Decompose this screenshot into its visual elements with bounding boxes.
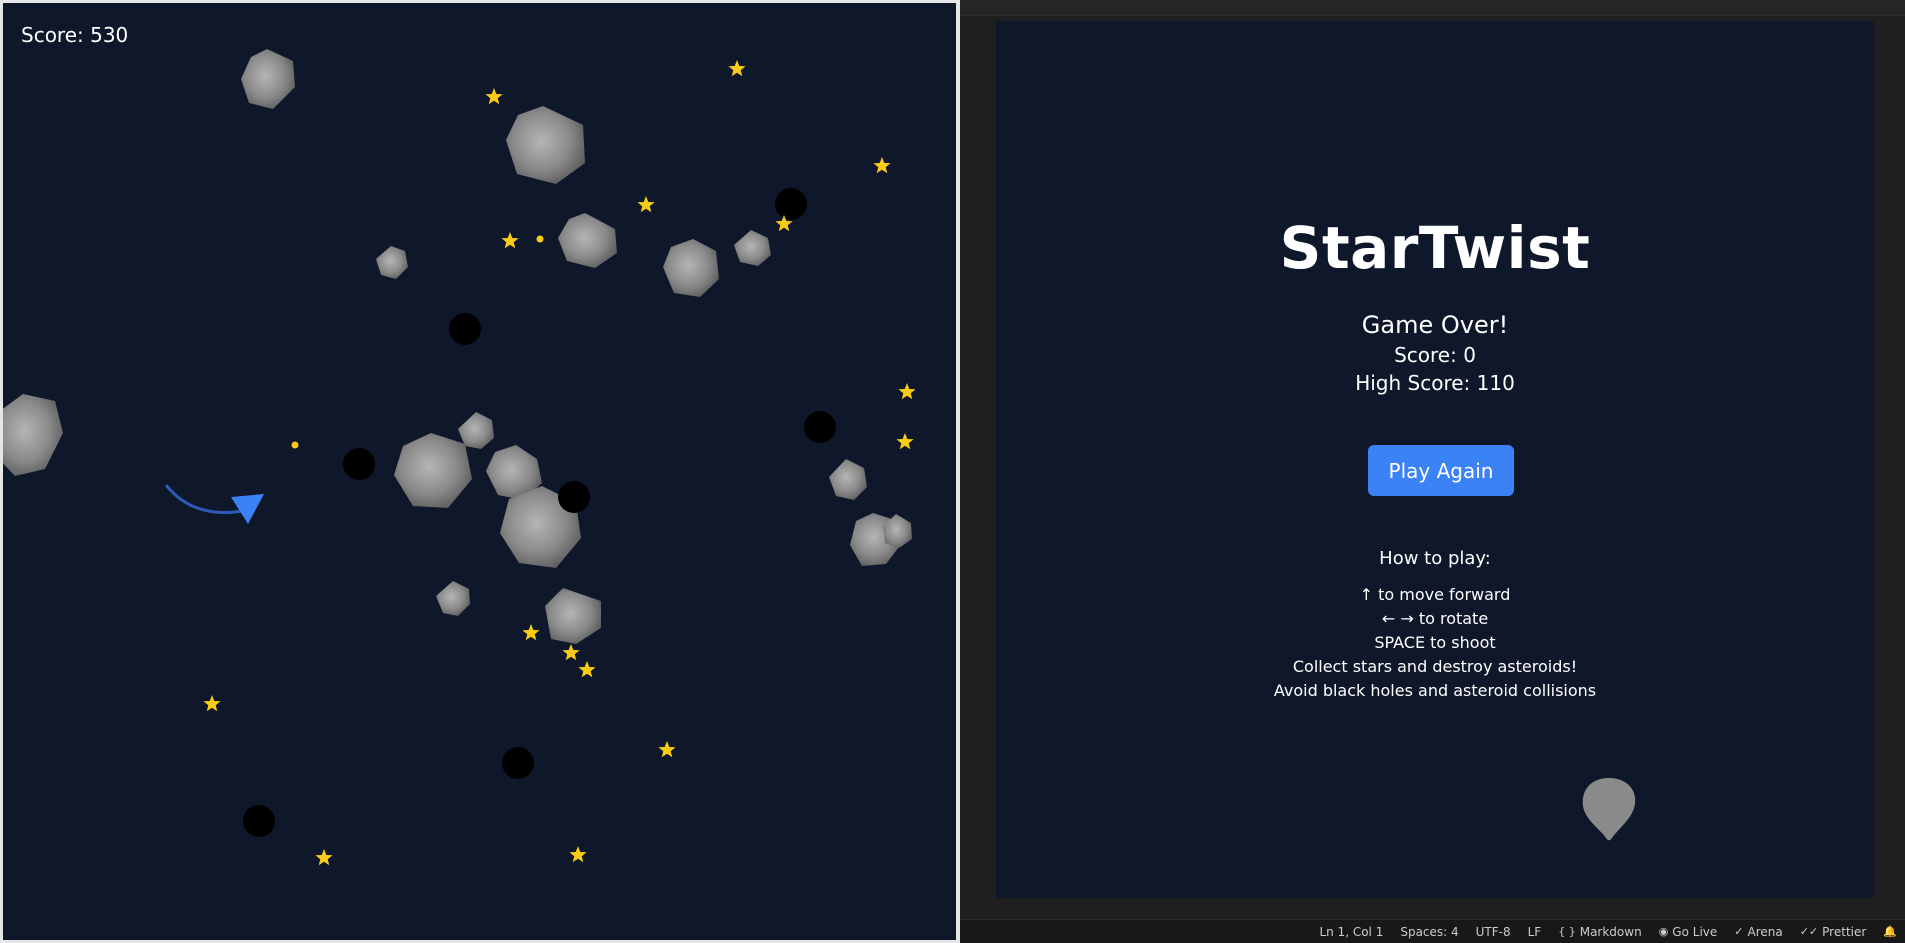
asteroid	[436, 581, 470, 616]
eol-setting[interactable]: LF	[1528, 925, 1542, 939]
broadcast-icon: ◉	[1658, 925, 1669, 938]
star	[501, 232, 519, 249]
editor-top-strip	[960, 0, 1905, 16]
preview-pane: StarTwist Game Over! Score: 0 High Score…	[960, 0, 1905, 943]
asteroid	[241, 49, 295, 109]
asteroid	[545, 588, 601, 644]
language-label: Markdown	[1579, 924, 1642, 939]
game-field	[3, 49, 916, 866]
star	[896, 433, 914, 450]
black-hole	[449, 313, 481, 345]
bell-icon: 🔔	[1883, 925, 1897, 938]
instruction-item: Collect stars and destroy asteroids!	[1292, 657, 1578, 676]
star	[898, 383, 916, 400]
instruction-item: SPACE to shoot	[1374, 633, 1496, 652]
star	[658, 741, 676, 758]
asteroid	[394, 433, 472, 508]
star	[873, 157, 891, 174]
black-hole	[343, 448, 375, 480]
cursor-position[interactable]: Ln 1, Col 1	[1319, 925, 1383, 939]
prettier-label: Prettier	[1822, 924, 1867, 939]
black-hole	[502, 747, 534, 779]
black-hole	[804, 411, 836, 443]
instruction-item: ↑ to move forward	[1359, 585, 1511, 604]
how-to-play-heading: How to play:	[1379, 548, 1491, 569]
arena-button[interactable]: ✓ Arena	[1734, 925, 1782, 939]
notifications-button[interactable]: 🔔	[1883, 925, 1897, 938]
star	[728, 60, 746, 77]
instruction-item: Avoid black holes and asteroid collision…	[1273, 681, 1597, 700]
black-hole	[558, 481, 590, 513]
player-ship	[164, 484, 264, 524]
game-over-heading: Game Over!	[1361, 311, 1509, 339]
star	[203, 695, 221, 712]
braces-icon: { }	[1558, 925, 1576, 938]
asteroid	[663, 239, 719, 297]
prettier-button[interactable]: ✓✓ Prettier	[1800, 925, 1867, 939]
star	[315, 849, 333, 866]
black-hole	[775, 188, 807, 220]
star	[522, 624, 540, 641]
arena-label: Arena	[1747, 924, 1783, 939]
game-over-screen: StarTwist Game Over! Score: 0 High Score…	[996, 21, 1874, 898]
star	[485, 88, 503, 105]
asteroid	[458, 412, 494, 449]
indentation-setting[interactable]: Spaces: 4	[1400, 925, 1458, 939]
game-frame: Score: 530	[0, 0, 960, 943]
star	[637, 196, 655, 213]
instructions-list: ↑ to move forward ← → to rotate SPACE to…	[996, 583, 1874, 703]
status-bar: Ln 1, Col 1 Spaces: 4 UTF-8 LF { } Markd…	[960, 919, 1905, 943]
bullets	[291, 235, 544, 449]
check-icon: ✓	[1734, 925, 1744, 938]
map-pin-icon	[1582, 778, 1636, 841]
asteroid	[734, 230, 771, 266]
encoding-setting[interactable]: UTF-8	[1476, 925, 1511, 939]
star	[578, 661, 596, 678]
asteroid	[376, 246, 408, 279]
high-score: High Score: 110	[1355, 371, 1515, 395]
asteroids	[3, 49, 912, 644]
language-mode[interactable]: { } Markdown	[1558, 925, 1641, 939]
black-hole	[243, 805, 275, 837]
asteroid	[558, 213, 617, 268]
go-live-button[interactable]: ◉ Go Live	[1659, 925, 1718, 939]
ship-trail	[164, 484, 244, 515]
final-score: Score: 0	[1394, 343, 1476, 367]
asteroid	[829, 459, 867, 500]
asteroid	[506, 106, 585, 184]
ship-icon	[231, 494, 264, 524]
double-check-icon: ✓✓	[1799, 925, 1819, 938]
score-display: Score: 530	[21, 23, 129, 47]
bullet	[536, 235, 544, 243]
asteroid	[3, 394, 63, 476]
game-title: StarTwist	[1279, 214, 1591, 282]
play-again-button[interactable]: Play Again	[1368, 445, 1514, 496]
game-canvas[interactable]: Score: 530	[3, 3, 956, 940]
bullet	[291, 441, 299, 449]
star	[562, 644, 580, 661]
go-live-label: Go Live	[1672, 924, 1718, 939]
instruction-item: ← → to rotate	[1381, 609, 1489, 628]
star	[569, 846, 587, 863]
